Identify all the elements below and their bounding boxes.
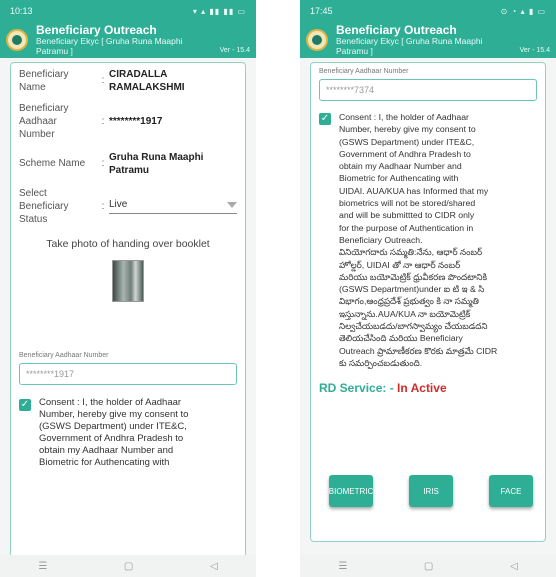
version-label: Ver - 15.4 <box>219 47 250 54</box>
consent-line: Biometric for Authencating with <box>339 173 459 184</box>
aadhaar-number-field[interactable]: ********7374 <box>319 79 537 101</box>
aadhaar-label-cont2: Number <box>19 129 55 140</box>
consent-line: Consent : I, the holder of Aadhaar <box>339 112 469 122</box>
consent-block: ✓ Consent : I, the holder of Aadhaar Numb… <box>319 111 537 369</box>
consent-line: (GSWS Department)under ఐ టి ఇ & సి <box>339 284 485 295</box>
status-time: 10:13 <box>10 6 33 16</box>
home-icon[interactable]: ▢ <box>424 561 433 572</box>
consent-line: Consent : I, the holder of Aadhaar <box>39 397 182 408</box>
aadhaar-field-label: Beneficiary Aadhaar Number <box>319 68 409 75</box>
consent-line: obtain my Aadhaar Number and <box>39 445 174 456</box>
scheme-value: Gruha Runa Maaphi <box>109 152 204 163</box>
rd-service-status: RD Service: - In Active <box>319 381 537 395</box>
consent-line: మరియు బయోమెట్రిక్ ధ్రువీకరణ పొందటానికి <box>339 271 487 282</box>
scheme-value-cont: Patramu <box>109 165 150 176</box>
aadhaar-label: Beneficiary <box>19 103 69 114</box>
status-bar: 10:13 ▾ ▴ ▮▮ ▮▮ ▭ <box>0 0 256 22</box>
beneficiary-status-select[interactable]: Live <box>109 198 237 214</box>
biometric-button[interactable]: BIOMETRIC <box>329 475 373 507</box>
status-select-row: Select Beneficiary Status : Live <box>11 187 245 226</box>
menu-icon[interactable]: ☰ <box>338 561 347 572</box>
consent-line: విభాగం,ఆంధ్రప్రదేశ్ ప్రభుత్వం కి నా సమ్మ… <box>339 296 479 307</box>
status-icons: ▾ ▴ ▮▮ ▮▮ ▭ <box>192 6 246 16</box>
version-label: Ver - 15.4 <box>519 47 550 54</box>
app-subtitle-cont: Patramu ] <box>36 45 73 56</box>
app-bar: Beneficiary Outreach Beneficiary Ekyc [ … <box>300 22 556 58</box>
chevron-down-icon <box>227 202 237 208</box>
status-label-cont: Beneficiary <box>19 201 69 212</box>
consent-block: ✓ Consent : I, the holder of Aadhaar Numb… <box>19 397 237 469</box>
status-time: 17:45 <box>310 6 333 16</box>
consent-line: నిల్వచేయబడదు/బాగస్వామ్యం చేయబడదని <box>339 321 488 332</box>
consent-line: (GSWS Department) under ITE&C, <box>339 136 475 147</box>
beneficiary-name-value-cont: RAMALAKSHMI <box>109 82 185 93</box>
consent-card: Beneficiary Aadhaar Number ********7374 … <box>310 62 546 542</box>
status-selected-value: Live <box>109 199 128 210</box>
consent-line: Number, hereby give my consent to <box>39 409 189 420</box>
consent-line: and will be submittted to CIDR only <box>339 210 475 221</box>
consent-line: హోల్డర్, UIDAI తో నా ఆధార్ నంబర్ <box>339 259 461 270</box>
consent-checkbox[interactable]: ✓ <box>319 113 331 125</box>
consent-line: తెలియచేసింది మరియు Beneficiary <box>339 333 463 344</box>
consent-line: కు సమర్పించబడుతుంది. <box>339 357 423 368</box>
aadhaar-value: ********1917 <box>109 116 163 127</box>
status-label-cont2: Status <box>19 214 48 225</box>
consent-line: ఇస్తున్నాను.AUA/KUA నా బయోమెట్రిక్ <box>339 308 471 319</box>
system-nav-bar: ☰ ▢ ◁ <box>300 555 556 577</box>
ap-govt-logo-icon <box>6 29 28 51</box>
aadhaar-number-field[interactable]: ********1917 <box>19 363 237 385</box>
home-icon[interactable]: ▢ <box>124 561 133 572</box>
scheme-label: Scheme Name <box>19 158 86 169</box>
beneficiary-card: Beneficiary Name : CIRADALLA RAMALAKSHMI B… <box>10 62 246 562</box>
aadhaar-field-label: Beneficiary Aadhaar Number <box>19 352 109 359</box>
consent-line: వినియోగదారు సమ్మతి:నేను, ఆధార్ నంబర్ <box>339 247 483 258</box>
scheme-row: Scheme Name : Gruha Runa Maaphi Patramu <box>11 151 245 177</box>
aadhaar-row: Beneficiary Aadhaar Number : ********1917 <box>11 102 245 141</box>
beneficiary-name-row: Beneficiary Name : CIRADALLA RAMALAKSHMI <box>11 68 245 94</box>
consent-line: Outreach ప్రామాణీకరణ కొరకు మాత్రమే CIDR <box>339 345 498 356</box>
back-icon[interactable]: ◁ <box>210 561 218 572</box>
consent-checkbox[interactable]: ✓ <box>19 399 31 411</box>
left-phone-screen: 10:13 ▾ ▴ ▮▮ ▮▮ ▭ Beneficiary Outreach B… <box>0 0 256 577</box>
consent-line: for the purpose of Authentication in <box>339 222 474 233</box>
app-bar: Beneficiary Outreach Beneficiary Ekyc [ … <box>0 22 256 58</box>
consent-line: Beneficiary Outreach. <box>339 234 423 245</box>
consent-line: Government of Andhra Pradesh to <box>339 148 471 159</box>
iris-button[interactable]: IRIS <box>409 475 453 507</box>
consent-line: biometrics will not be stored/shared <box>339 198 476 209</box>
right-phone-screen: 17:45 ⊙ ◔ ▴ ▮ ▭ Beneficiary Outreach Ben… <box>300 0 556 577</box>
photo-section-title: Take photo of handing over booklet <box>46 238 210 250</box>
ap-govt-logo-icon <box>306 29 328 51</box>
app-subtitle-cont: Patramu ] <box>336 45 373 56</box>
consent-line: obtain my Aadhaar Number and <box>339 161 462 172</box>
consent-text: Consent : I, the holder of Aadhaar Number… <box>339 111 497 369</box>
beneficiary-name-value: CIRADALLA <box>109 69 168 80</box>
consent-line: Government of Andhra Pradesh to <box>39 433 184 444</box>
consent-line: Biometric for Authencating with <box>39 457 170 468</box>
system-nav-bar: ☰ ▢ ◁ <box>0 555 256 577</box>
beneficiary-name-label: Beneficiary <box>19 69 69 80</box>
rd-service-label: RD Service: - <box>319 381 394 396</box>
face-button[interactable]: FACE <box>489 475 533 507</box>
status-label: Select <box>19 188 47 199</box>
aadhaar-label-cont: Aadhaar <box>19 116 57 127</box>
status-bar: 17:45 ⊙ ◔ ▴ ▮ ▭ <box>300 0 556 22</box>
consent-line: Number, hereby give my consent to <box>339 124 476 135</box>
status-icons: ⊙ ◔ ▴ ▮ ▭ <box>500 6 546 16</box>
menu-icon[interactable]: ☰ <box>38 561 47 572</box>
back-icon[interactable]: ◁ <box>510 561 518 572</box>
rd-service-value: In Active <box>397 381 447 396</box>
consent-line: (GSWS Department) under ITE&C, <box>39 421 187 432</box>
beneficiary-name-label-cont: Name <box>19 82 46 93</box>
booklet-photo[interactable] <box>112 260 144 302</box>
consent-line: UIDAI. AUA/KUA has Informed that my <box>339 185 489 196</box>
consent-text: Consent : I, the holder of Aadhaar Number… <box>39 397 188 469</box>
